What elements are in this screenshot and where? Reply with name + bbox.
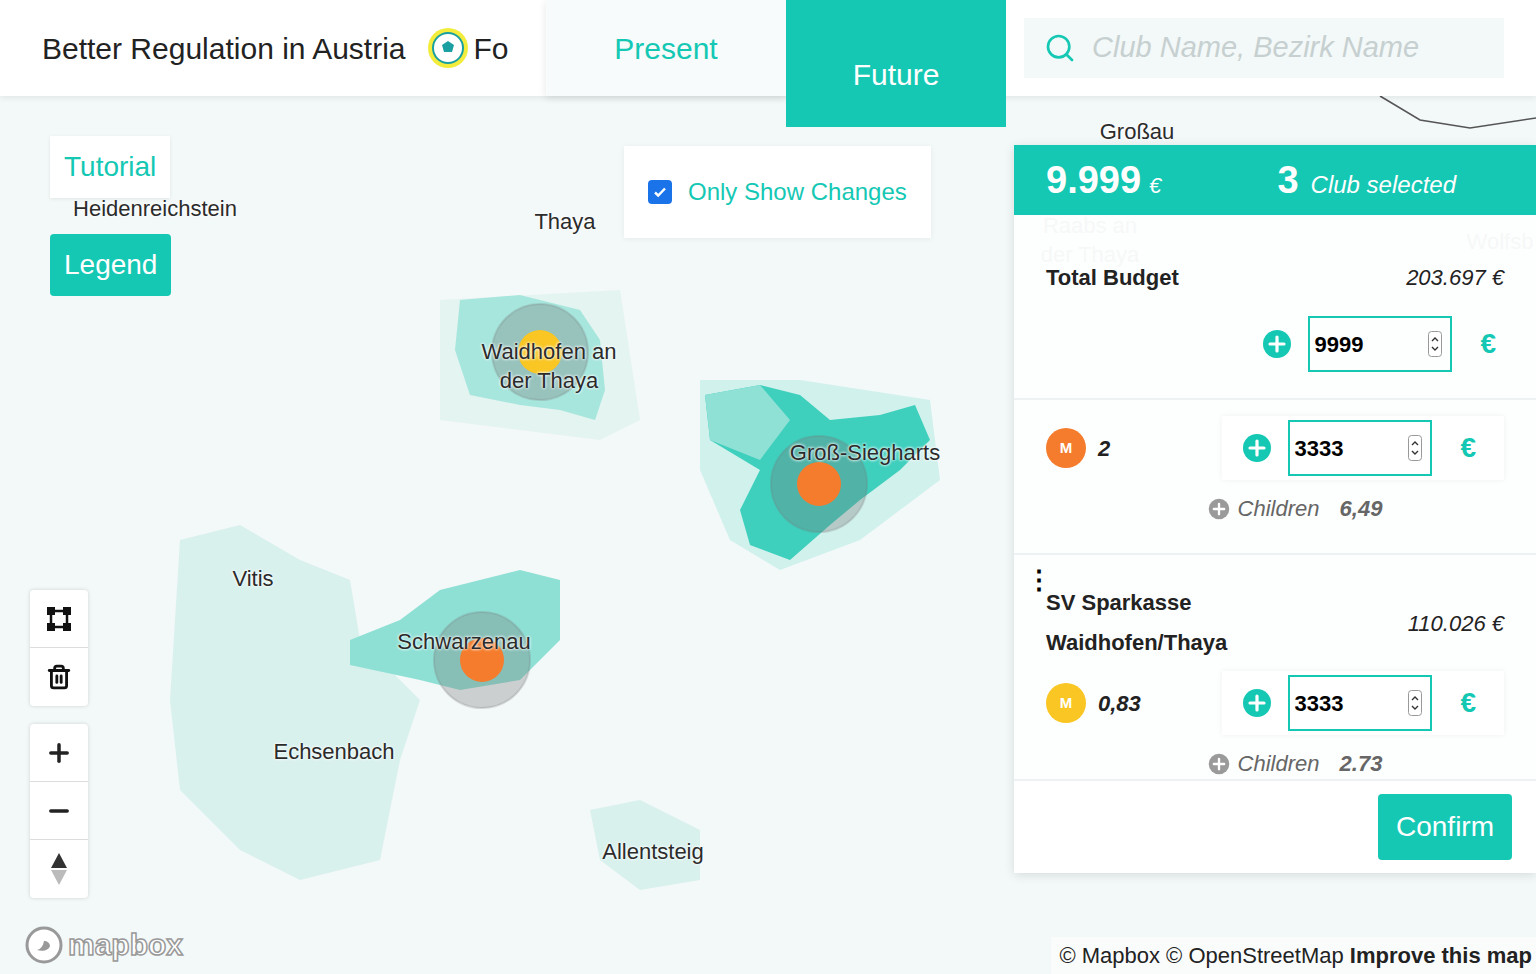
compass-button[interactable] xyxy=(30,840,88,898)
club-section: ⋮SV Sparkasse Waidhofen/Thaya 110.026 € M0… xyxy=(1014,555,1536,779)
amount-group: € xyxy=(1222,416,1504,480)
club-name: SV Sparkasse Waidhofen/Thaya xyxy=(1046,583,1276,663)
filter-checkbox[interactable] xyxy=(648,180,672,204)
check-icon xyxy=(652,184,668,200)
map-label: Thaya xyxy=(515,207,615,236)
confirm-button[interactable]: Confirm xyxy=(1378,794,1512,860)
club-score-value: 2 xyxy=(1098,432,1110,465)
polygon-icon xyxy=(46,606,72,632)
total-budget-section: Total Budget 203.697 € € xyxy=(1014,215,1536,400)
amount-field[interactable] xyxy=(1294,687,1408,720)
selected-total: 9.999€ xyxy=(1046,152,1161,209)
club-score: M2 xyxy=(1046,428,1110,468)
panel-footer: Confirm xyxy=(1014,779,1536,873)
children-value: 2.73 xyxy=(1340,747,1383,779)
improve-map-link[interactable]: Improve this map xyxy=(1350,943,1532,968)
mapbox-mark-icon xyxy=(24,925,64,965)
view-tab[interactable]: Future xyxy=(786,0,1006,127)
club-row: M 0,83 € xyxy=(1046,671,1504,735)
club-badge: M xyxy=(1046,683,1086,723)
selected-count: 3Club selected xyxy=(1277,152,1456,209)
map-label: Groß-Siegharts xyxy=(765,438,965,467)
add-children-icon[interactable] xyxy=(1208,498,1230,520)
zoom-controls xyxy=(30,724,88,898)
search-box[interactable]: Club Name, Bezirk Name xyxy=(1024,18,1504,78)
spinner-icon[interactable] xyxy=(1408,690,1422,716)
total-budget-label: Total Budget xyxy=(1046,261,1179,294)
legend-button[interactable]: Legend xyxy=(50,234,171,296)
app: GroßauHeidenreichsteinThayaWaidhofen an … xyxy=(0,0,1536,974)
add-icon[interactable] xyxy=(1262,329,1292,359)
total-budget-amount: 203.697 € xyxy=(1406,261,1504,294)
brand-logo: Fo xyxy=(426,26,509,71)
add-icon[interactable] xyxy=(1242,688,1272,718)
club-menu[interactable]: ⋮ xyxy=(1026,567,1052,593)
club-score-value: 0,83 xyxy=(1098,687,1141,720)
zoom-in-button[interactable] xyxy=(30,724,88,782)
search-icon xyxy=(1044,32,1076,64)
panel-body: Total Budget203.697 €€M2€Children6,49⋮SV… xyxy=(1014,215,1536,779)
budget-panel: 9.999€ 3Club selected Total Budget 203.697 … xyxy=(1014,145,1536,873)
amount-field[interactable] xyxy=(1294,432,1408,465)
currency-unit: € xyxy=(1460,682,1476,724)
currency-unit: € xyxy=(1480,323,1496,365)
filter-label[interactable]: Only Show Changes xyxy=(688,174,907,210)
children-value: 6,49 xyxy=(1340,492,1383,525)
map-label: Schwarzenau xyxy=(384,627,544,656)
children-row[interactable]: Children 6,49 xyxy=(1046,480,1504,537)
app-title: Better Regulation in Austria xyxy=(42,26,406,71)
map-label: Vitis xyxy=(213,564,293,593)
plus-icon xyxy=(45,739,73,767)
currency-unit: € xyxy=(1460,427,1476,469)
club-marker[interactable] xyxy=(434,612,530,708)
club-section: M2 € Children 6,49 xyxy=(1014,400,1536,555)
club-score: M 0,83 xyxy=(1046,683,1141,723)
zoom-out-button[interactable] xyxy=(30,782,88,840)
compass-icon xyxy=(49,851,69,887)
search-area: Club Name, Bezirk Name xyxy=(1006,0,1536,78)
amount-input[interactable] xyxy=(1288,675,1432,731)
amount-input[interactable] xyxy=(1288,420,1432,476)
add-children-icon[interactable] xyxy=(1208,753,1230,775)
top-bar: Better Regulation in AustriaFoPresentFut… xyxy=(0,0,1536,96)
attribution: © Mapbox © OpenStreetMap Improve this ma… xyxy=(1051,937,1536,974)
draw-polygon-button[interactable] xyxy=(30,590,88,648)
attribution-text[interactable]: © Mapbox © OpenStreetMap xyxy=(1059,943,1343,968)
club-header: SV Sparkasse Waidhofen/Thaya 110.026 € xyxy=(1046,571,1504,671)
view-tab[interactable]: Present xyxy=(546,0,786,96)
children-row[interactable]: Children 2.73 xyxy=(1046,735,1504,779)
spinner-icon[interactable] xyxy=(1408,435,1422,461)
search-placeholder[interactable]: Club Name, Bezirk Name xyxy=(1092,26,1419,70)
mapbox-logo[interactable]: mapbox xyxy=(24,922,183,967)
brand: Better Regulation in Austria Fo xyxy=(0,0,546,96)
club-amount: 110.026 € xyxy=(1408,607,1504,640)
amount-group: € xyxy=(1222,671,1504,735)
map-controls xyxy=(30,590,88,898)
trash-icon xyxy=(46,664,72,690)
amount-input[interactable] xyxy=(1308,316,1452,372)
children-label: Children xyxy=(1238,747,1320,779)
map-label: Allentsteig xyxy=(578,837,728,866)
filter-card: Only Show Changes xyxy=(624,146,931,238)
tutorial-button[interactable]: Tutorial xyxy=(50,136,170,198)
map-label: Großau xyxy=(1077,117,1197,146)
logo-text: Fo xyxy=(474,26,509,71)
club-row: M2 € xyxy=(1046,416,1504,480)
minus-icon xyxy=(45,797,73,825)
amount-field[interactable] xyxy=(1314,328,1428,361)
delete-button[interactable] xyxy=(30,648,88,706)
spinner-icon[interactable] xyxy=(1428,331,1442,357)
map-label: Waidhofen an der Thaya xyxy=(464,337,634,395)
add-icon[interactable] xyxy=(1242,433,1272,463)
panel-header: 9.999€ 3Club selected xyxy=(1014,145,1536,215)
club-badge: M xyxy=(1046,428,1086,468)
map-label: Echsenbach xyxy=(254,737,414,766)
children-label: Children xyxy=(1238,492,1320,525)
football-icon xyxy=(426,26,470,70)
amount-group: € xyxy=(1262,316,1496,372)
draw-controls xyxy=(30,590,88,706)
